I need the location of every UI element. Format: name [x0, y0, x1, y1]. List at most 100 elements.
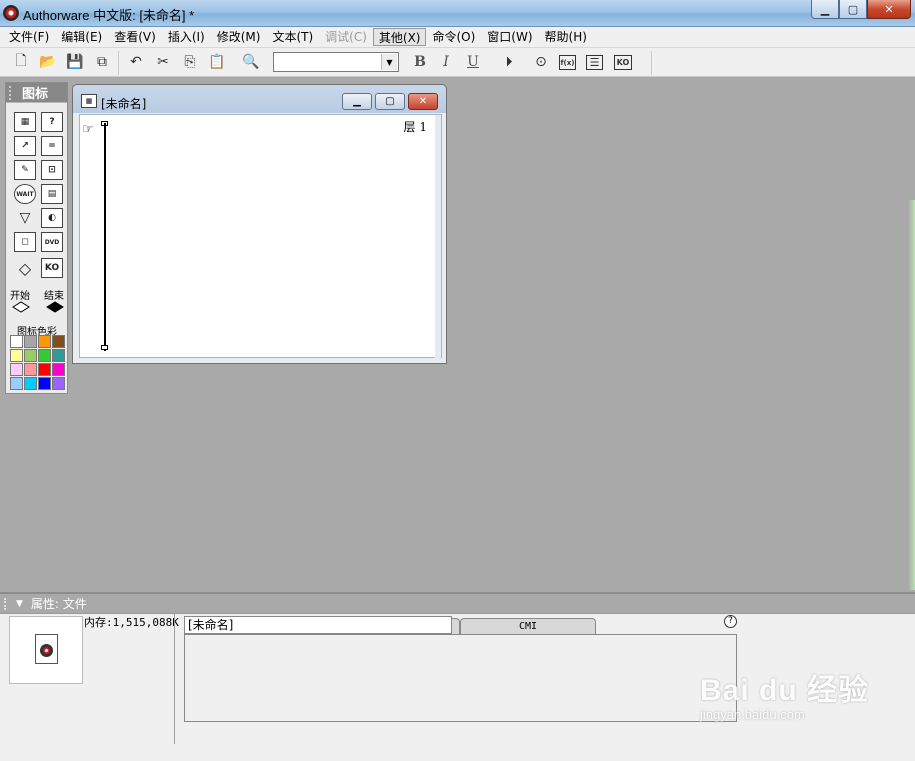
flowline-end-cap	[101, 345, 108, 350]
help-icon[interactable]: ?	[724, 615, 737, 628]
color-swatch[interactable]	[10, 335, 23, 348]
knowledge-objects-icon[interactable]: KO	[614, 55, 632, 70]
icon-palette: 图标 ▦ ? ↗ = ✎ ⊡ WAIT ▤ ▽ ◐ ◻ DVD ◇ KO 开始 …	[5, 82, 68, 394]
design-window-title: [未命名]	[101, 97, 147, 111]
menu-modify[interactable]: 修改(M)	[211, 27, 267, 47]
menu-insert[interactable]: 插入(I)	[162, 27, 211, 47]
variables-icon[interactable]: ☰	[586, 55, 603, 70]
movie-icon[interactable]: ▤	[41, 184, 63, 204]
find-icon[interactable]: 🔍	[241, 53, 261, 71]
control-panel-icon[interactable]: ⊙	[531, 53, 551, 71]
color-swatch[interactable]	[52, 363, 65, 376]
grip-handle-icon[interactable]	[4, 597, 10, 610]
tab-content	[184, 634, 737, 722]
framework-icon[interactable]: ◻	[14, 232, 36, 252]
menu-edit[interactable]: 编辑(E)	[55, 27, 108, 47]
color-swatch[interactable]	[38, 377, 51, 390]
icon-color-swatches	[10, 335, 65, 390]
file-name-field[interactable]: [未命名]	[184, 616, 452, 634]
menu-window[interactable]: 窗口(W)	[481, 27, 538, 47]
color-swatch[interactable]	[24, 363, 37, 376]
undo-icon[interactable]: ↶	[126, 53, 146, 71]
color-swatch[interactable]	[24, 335, 37, 348]
design-window: ▦ [未命名] ▁ ▢ ✕ ☞ 层 1	[72, 84, 447, 364]
paste-hand-icon[interactable]: ☞	[82, 122, 94, 137]
color-swatch[interactable]	[52, 377, 65, 390]
flowline[interactable]	[104, 123, 106, 351]
design-minimize-button[interactable]: ▁	[342, 93, 372, 110]
import-icon[interactable]: ⧉	[92, 53, 112, 71]
underline-button[interactable]: U	[463, 53, 483, 71]
design-restore-button[interactable]: ▢	[375, 93, 405, 110]
color-swatch[interactable]	[38, 349, 51, 362]
erase-icon[interactable]: ✎	[14, 160, 36, 180]
maximize-button[interactable]: ▢	[839, 0, 867, 19]
color-swatch[interactable]	[24, 377, 37, 390]
run-icon[interactable]: ⏵	[499, 53, 519, 71]
authorware-app-icon[interactable]	[3, 5, 19, 21]
font-style-combobox[interactable]: ▼	[273, 52, 399, 72]
title-bar: Authorware 中文版: [未命名] * ▁ ▢ ✕	[0, 0, 915, 27]
interaction-icon[interactable]: =	[41, 136, 63, 156]
start-flag-label: 开始	[10, 291, 30, 302]
minimize-button[interactable]: ▁	[811, 0, 839, 19]
tab-playback[interactable]	[452, 618, 460, 635]
color-swatch[interactable]	[52, 335, 65, 348]
layer-label: 层 1	[403, 120, 427, 134]
decision-icon[interactable]: ?	[41, 112, 63, 132]
color-swatch[interactable]	[38, 335, 51, 348]
menu-debug[interactable]: 调试(C)	[319, 27, 373, 47]
color-swatch[interactable]	[38, 363, 51, 376]
color-swatch[interactable]	[10, 349, 23, 362]
sound-icon[interactable]: ◐	[41, 208, 63, 228]
bold-button[interactable]: B	[410, 53, 430, 71]
wait-icon[interactable]: WAIT	[14, 184, 36, 204]
display-icon[interactable]: ▦	[14, 112, 36, 132]
design-window-icon: ▦	[81, 94, 97, 108]
calculation-icon[interactable]: ⊡	[41, 160, 63, 180]
map-icon[interactable]: ◇	[14, 258, 36, 278]
end-flag-icon[interactable]	[46, 301, 64, 313]
start-flag-icon[interactable]	[12, 301, 30, 313]
close-button[interactable]: ✕	[867, 0, 911, 19]
menu-file[interactable]: 文件(F)	[3, 27, 55, 47]
menu-xtras[interactable]: 其他(X)	[372, 28, 427, 46]
design-close-button[interactable]: ✕	[408, 93, 438, 110]
flowline-area[interactable]: ☞ 层 1	[79, 114, 442, 359]
open-folder-icon[interactable]: 📂	[38, 53, 58, 71]
watermark-sub: jingyan.baidu.com	[700, 707, 805, 722]
palette-title: 图标	[6, 83, 67, 103]
navigate-icon[interactable]: ▽	[14, 208, 36, 228]
functions-icon[interactable]: f(x)	[559, 55, 576, 70]
cut-icon[interactable]: ✂	[153, 53, 173, 71]
motion-icon[interactable]: ↗	[14, 136, 36, 156]
knowledge-object-icon[interactable]: KO	[41, 258, 63, 278]
color-swatch[interactable]	[24, 349, 37, 362]
menu-bar: 文件(F) 编辑(E) 查看(V) 插入(I) 修改(M) 文本(T) 调试(C…	[0, 27, 915, 48]
menu-help[interactable]: 帮助(H)	[539, 27, 593, 47]
window-controls: ▁ ▢ ✕	[811, 0, 911, 19]
chevron-down-icon[interactable]: ▼	[381, 54, 397, 70]
color-swatch[interactable]	[10, 363, 23, 376]
new-file-icon[interactable]: 🗋	[11, 53, 31, 71]
end-flag-label: 结束	[44, 291, 64, 302]
color-swatch[interactable]	[52, 349, 65, 362]
properties-header[interactable]: ▼ 属性: 文件	[0, 594, 915, 614]
collapse-triangle-icon[interactable]: ▼	[16, 599, 23, 609]
palette-title-text: 图标	[22, 87, 49, 102]
grip-handle-icon[interactable]	[9, 86, 15, 100]
copy-icon[interactable]: ⎘	[180, 53, 200, 71]
properties-title: 属性: 文件	[30, 597, 87, 611]
menu-text[interactable]: 文本(T)	[266, 27, 319, 47]
toolbar: 🗋 📂 💾 ⧉ ↶ ✂ ⎘ 📋 🔍 ▼ B I U ⏵ ⊙ f(x) ☰ KO	[0, 48, 915, 77]
paste-icon[interactable]: 📋	[207, 53, 227, 71]
tab-cmi[interactable]: CMI	[460, 618, 596, 635]
scrollbar[interactable]	[435, 115, 441, 359]
menu-commands[interactable]: 命令(O)	[426, 27, 481, 47]
menu-view[interactable]: 查看(V)	[108, 27, 162, 47]
baidu-watermark: Bai du 经验 jingyan.baidu.com	[700, 665, 869, 722]
italic-button[interactable]: I	[436, 53, 456, 71]
color-swatch[interactable]	[10, 377, 23, 390]
save-all-icon[interactable]: 💾	[65, 53, 85, 71]
dvd-icon[interactable]: DVD	[41, 232, 63, 252]
